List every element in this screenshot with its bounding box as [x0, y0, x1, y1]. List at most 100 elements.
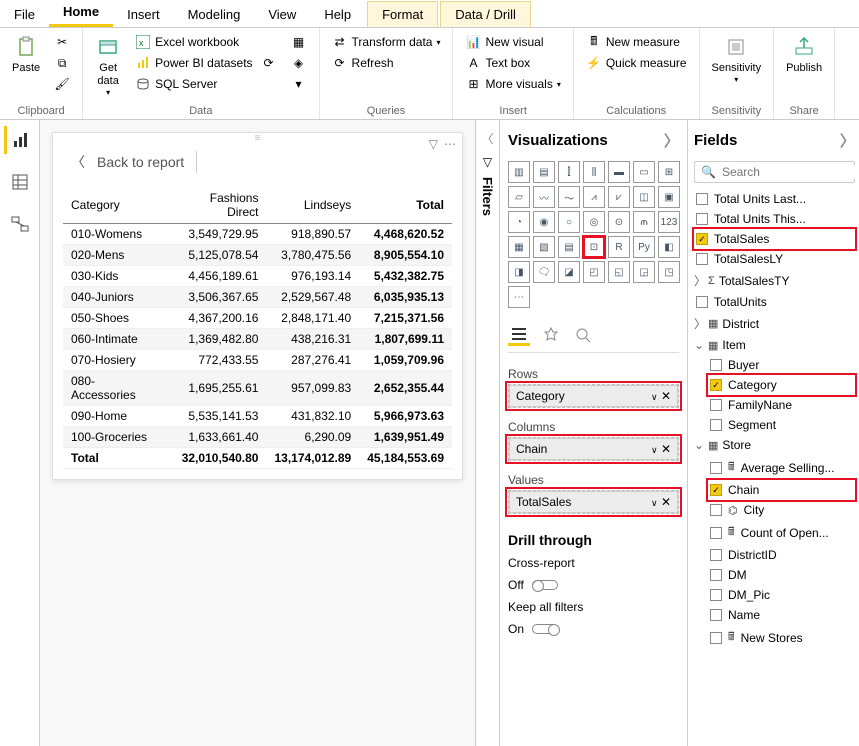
columns-field-chain[interactable]: Chain∨ ✕: [509, 438, 678, 460]
paste-button[interactable]: Paste: [8, 32, 44, 77]
table-row[interactable]: 010-Womens3,549,729.95918,890.574,468,62…: [63, 224, 452, 245]
tab-help[interactable]: Help: [310, 2, 365, 27]
sensitivity-button[interactable]: Sensitivity▾: [708, 32, 766, 87]
tab-file[interactable]: File: [0, 2, 49, 27]
field-totalsales[interactable]: TotalSales: [694, 229, 855, 249]
table-row[interactable]: 080-Accessories1,695,255.61957,099.832,6…: [63, 371, 452, 406]
back-label[interactable]: Back to report: [97, 154, 184, 170]
table-row[interactable]: 050-Shoes4,367,200.162,848,171.407,215,3…: [63, 308, 452, 329]
tab-format[interactable]: Format: [367, 1, 438, 27]
collapse-viz-button[interactable]: 〉: [664, 130, 679, 151]
viz-type-22[interactable]: ▧: [533, 236, 555, 258]
checkbox[interactable]: [696, 296, 708, 308]
viz-type-4[interactable]: ▬: [608, 161, 630, 183]
filter-icon[interactable]: ▽: [429, 137, 438, 151]
checkbox[interactable]: [710, 527, 722, 539]
viz-type-35[interactable]: ⋯: [508, 286, 530, 308]
refresh-button[interactable]: ⟳Refresh: [328, 53, 445, 73]
viz-type-29[interactable]: 🗨: [533, 261, 555, 283]
viz-type-11[interactable]: ⩗: [608, 186, 630, 208]
viz-type-18[interactable]: ⊙: [608, 211, 630, 233]
search-input[interactable]: [722, 165, 859, 179]
checkbox[interactable]: [710, 632, 722, 644]
viz-type-25[interactable]: R: [608, 236, 630, 258]
values-field-totalsales[interactable]: TotalSales∨ ✕: [509, 491, 678, 513]
field-count-of-open-[interactable]: 🖩Count of Open...: [708, 520, 855, 545]
checkbox[interactable]: [696, 213, 708, 225]
table-row[interactable]: 070-Hosiery772,433.55287,276.411,059,709…: [63, 350, 452, 371]
publish-button[interactable]: Publish: [782, 32, 826, 77]
col-category[interactable]: Category: [63, 187, 167, 224]
col-total[interactable]: Total: [359, 187, 452, 224]
transform-button[interactable]: ⇄Transform data▾: [328, 32, 445, 52]
keep-filters-toggle[interactable]: [532, 624, 558, 634]
back-button[interactable]: 〈: [71, 152, 85, 172]
more-icon[interactable]: ⋯: [444, 137, 456, 151]
field-name[interactable]: Name: [708, 605, 855, 625]
checkbox[interactable]: [710, 504, 722, 516]
tab-insert[interactable]: Insert: [113, 2, 174, 27]
field-totalunits[interactable]: TotalUnits: [694, 292, 855, 312]
viz-type-26[interactable]: Py: [633, 236, 655, 258]
viz-type-32[interactable]: ◱: [608, 261, 630, 283]
viz-type-34[interactable]: ◳: [658, 261, 680, 283]
viz-type-31[interactable]: ◰: [583, 261, 605, 283]
checkbox[interactable]: [710, 359, 722, 371]
remove-field-button[interactable]: ✕: [661, 442, 671, 456]
viz-type-7[interactable]: ▱: [508, 186, 530, 208]
analytics-tab[interactable]: [572, 324, 594, 346]
tab-datadrill[interactable]: Data / Drill: [440, 1, 531, 27]
viz-type-19[interactable]: ⫙: [633, 211, 655, 233]
field-dm-pic[interactable]: DM_Pic: [708, 585, 855, 605]
sql-button[interactable]: SQL Server: [131, 74, 280, 94]
morevisuals-button[interactable]: ⊞More visuals▾: [461, 74, 564, 94]
tab-home[interactable]: Home: [49, 0, 113, 27]
fields-search[interactable]: 🔍: [694, 161, 855, 183]
dataverse-button[interactable]: ◈: [287, 53, 311, 73]
field-category[interactable]: Category: [708, 375, 855, 395]
drag-handle[interactable]: [238, 133, 278, 139]
visual-container[interactable]: ▽ ⋯ 〈 Back to report Category Fashions D…: [52, 132, 463, 480]
chevron-down-icon[interactable]: ∨: [651, 392, 658, 402]
field-total-units-this-[interactable]: Total Units This...: [694, 209, 855, 229]
table-row[interactable]: 040-Juniors3,506,367.652,529,567.486,035…: [63, 287, 452, 308]
textbox-button[interactable]: AText box: [461, 53, 564, 73]
pbi-datasets-button[interactable]: Power BI datasets⟳: [131, 53, 280, 73]
viz-type-1[interactable]: ▤: [533, 161, 555, 183]
checkbox[interactable]: [710, 569, 722, 581]
table-store[interactable]: ⌄▦Store: [694, 435, 855, 455]
viz-type-13[interactable]: ▣: [658, 186, 680, 208]
viz-type-6[interactable]: ⊞: [658, 161, 680, 183]
checkbox[interactable]: [710, 419, 722, 431]
checkbox[interactable]: [696, 253, 708, 265]
field-districtid[interactable]: DistrictID: [708, 545, 855, 565]
tab-view[interactable]: View: [254, 2, 310, 27]
copy-button[interactable]: ⧉: [50, 53, 74, 73]
viz-type-14[interactable]: ◔: [508, 211, 530, 233]
viz-type-23[interactable]: ▤: [558, 236, 580, 258]
checkbox[interactable]: [696, 233, 708, 245]
chevron-down-icon[interactable]: ∨: [651, 498, 658, 508]
table-district[interactable]: 〉▦District: [694, 312, 855, 335]
remove-field-button[interactable]: ✕: [661, 389, 671, 403]
viz-type-30[interactable]: ◪: [558, 261, 580, 283]
field-dm[interactable]: DM: [708, 565, 855, 585]
newvisual-button[interactable]: 📊New visual: [461, 32, 564, 52]
checkbox[interactable]: [710, 484, 722, 496]
viz-type-0[interactable]: ▥: [508, 161, 530, 183]
checkbox[interactable]: [710, 462, 722, 474]
collapse-fields-button[interactable]: 〉: [840, 130, 855, 151]
recentsources-button[interactable]: ▾: [287, 74, 311, 94]
viz-type-16[interactable]: ○: [558, 211, 580, 233]
field-group-totalsalesty[interactable]: 〉ΣTotalSalesTY: [694, 269, 855, 292]
viz-type-21[interactable]: ▦: [508, 236, 530, 258]
viz-type-9[interactable]: 〜: [558, 186, 580, 208]
data-view-button[interactable]: [6, 168, 34, 196]
viz-type-20[interactable]: 123: [658, 211, 680, 233]
field-segment[interactable]: Segment: [708, 415, 855, 435]
columns-well[interactable]: Chain∨ ✕: [508, 437, 679, 461]
viz-type-12[interactable]: ◫: [633, 186, 655, 208]
field-chain[interactable]: Chain: [708, 480, 855, 500]
viz-type-8[interactable]: 〰: [533, 186, 555, 208]
viz-type-28[interactable]: ◨: [508, 261, 530, 283]
